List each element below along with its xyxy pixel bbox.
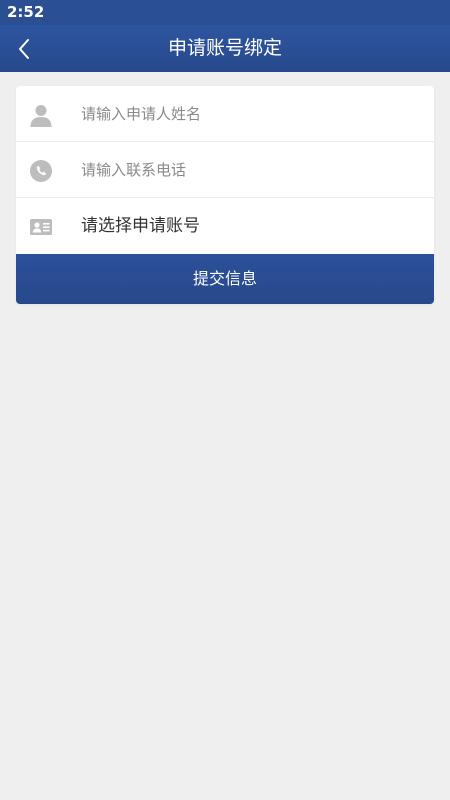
account-select-label[interactable]: 请选择申请账号: [81, 198, 200, 254]
title-bar: 申请账号绑定: [0, 25, 450, 72]
phone-icon: [30, 160, 52, 182]
contact-phone-input[interactable]: [81, 152, 411, 188]
id-card-icon: [30, 219, 52, 235]
page-title: 申请账号绑定: [167, 37, 282, 59]
phone-row: [16, 142, 434, 198]
name-row: [16, 86, 434, 142]
applicant-name-input[interactable]: [81, 96, 411, 132]
submit-button[interactable]: 提交信息: [16, 254, 434, 304]
account-select-row[interactable]: 请选择申请账号: [16, 198, 434, 254]
binding-form-card: 请选择申请账号 提交信息: [16, 86, 434, 304]
status-time: 2:52: [7, 3, 45, 21]
person-icon: [30, 105, 52, 127]
screen: 2:52 申请账号绑定 请输入申请人姓名 请输入联系电话 请选择申请账号 提交信…: [0, 0, 450, 800]
status-bar: 2:52: [0, 0, 450, 25]
